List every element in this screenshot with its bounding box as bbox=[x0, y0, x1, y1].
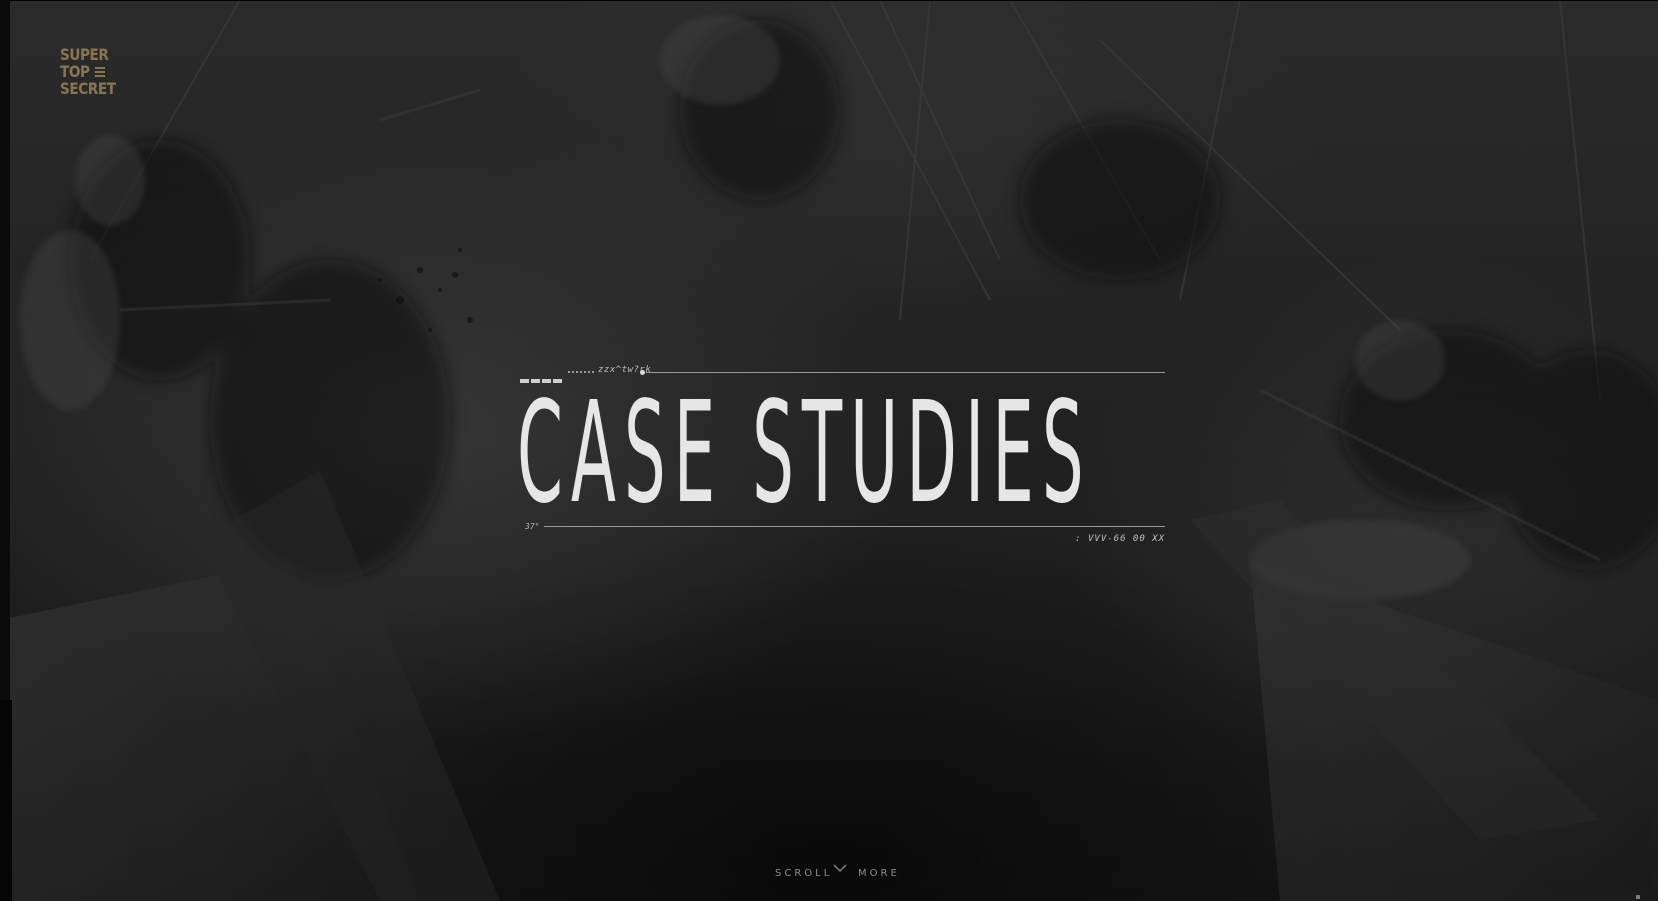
more-label: MORE bbox=[858, 868, 900, 879]
scroll-label: SCROLL bbox=[775, 868, 833, 879]
scroll-more-control[interactable]: SCROLL MORE bbox=[770, 863, 897, 883]
logo-line-top-row: TOP bbox=[60, 63, 120, 80]
hero-title-block: zzx^tw?rk CASE STUDIES 37° : VVV-66 00 X… bbox=[517, 365, 1165, 544]
bottom-rule-line bbox=[544, 526, 1165, 527]
left-edge-lower bbox=[0, 700, 12, 901]
logo-line-super: SUPER bbox=[60, 45, 109, 64]
left-edge bbox=[0, 0, 10, 700]
title-bottom-rule: 37° : VVV-66 00 XX bbox=[520, 522, 1165, 544]
code-text-bottom-left: 37° bbox=[525, 522, 540, 531]
hero-section: SUPER TOP SECRET zzx^tw?rk CASE STUDIES … bbox=[0, 0, 1658, 901]
chevron-down-icon[interactable] bbox=[833, 863, 847, 873]
site-logo[interactable]: SUPER TOP SECRET bbox=[60, 46, 120, 97]
code-text-bottom-right: : VVV-66 00 XX bbox=[1075, 534, 1165, 544]
logo-line-secret: SECRET bbox=[60, 79, 116, 98]
corner-mark bbox=[1636, 895, 1640, 899]
page-title: CASE STUDIES bbox=[517, 372, 1092, 535]
top-border bbox=[0, 0, 1658, 1]
hamburger-menu-icon[interactable] bbox=[94, 66, 105, 77]
